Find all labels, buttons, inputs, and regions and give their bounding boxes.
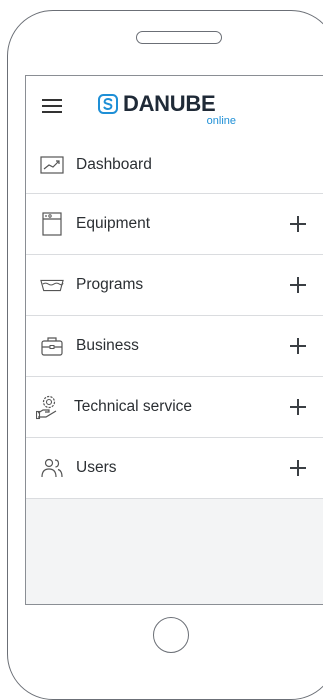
menu-item-label: Users bbox=[76, 459, 117, 476]
logo-name: DANUBE bbox=[123, 91, 216, 116]
danube-logo-icon bbox=[98, 94, 118, 114]
danube-logo[interactable]: DANUBE online bbox=[98, 90, 238, 127]
menu-item-programs[interactable]: Programs bbox=[26, 255, 323, 316]
hamburger-icon[interactable] bbox=[42, 99, 62, 113]
phone-home-button[interactable] bbox=[153, 617, 189, 653]
menu-item-label: Equipment bbox=[76, 215, 151, 232]
menu-item-dashboard[interactable]: Dashboard bbox=[26, 136, 323, 194]
expand-plus-icon[interactable] bbox=[290, 216, 306, 232]
chart-icon bbox=[40, 153, 64, 177]
washing-machine-icon bbox=[40, 212, 64, 236]
menu-item-label: Technical service bbox=[74, 398, 193, 415]
technician-icon bbox=[36, 395, 60, 420]
logo-subtitle: online bbox=[206, 115, 236, 127]
expand-plus-icon[interactable] bbox=[290, 338, 306, 354]
app-header: DANUBE online bbox=[26, 76, 323, 136]
users-icon bbox=[40, 456, 64, 480]
expand-plus-icon[interactable] bbox=[290, 399, 306, 415]
side-menu: Dashboard Equipment Programs Business Te… bbox=[26, 136, 323, 499]
menu-item-equipment[interactable]: Equipment bbox=[26, 194, 323, 255]
expand-plus-icon[interactable] bbox=[290, 277, 306, 293]
menu-item-technical-service[interactable]: Technical service bbox=[26, 377, 323, 438]
menu-item-label: Business bbox=[76, 337, 139, 354]
expand-plus-icon[interactable] bbox=[290, 460, 306, 476]
phone-speaker bbox=[136, 31, 222, 44]
app-screen: DANUBE online Dashboard Equipment Progra… bbox=[25, 75, 323, 605]
menu-item-business[interactable]: Business bbox=[26, 316, 323, 377]
menu-item-label: Programs bbox=[76, 276, 144, 293]
briefcase-icon bbox=[40, 334, 64, 358]
menu-item-label: Dashboard bbox=[76, 155, 152, 173]
basin-icon bbox=[40, 273, 64, 297]
menu-item-users[interactable]: Users bbox=[26, 438, 323, 499]
